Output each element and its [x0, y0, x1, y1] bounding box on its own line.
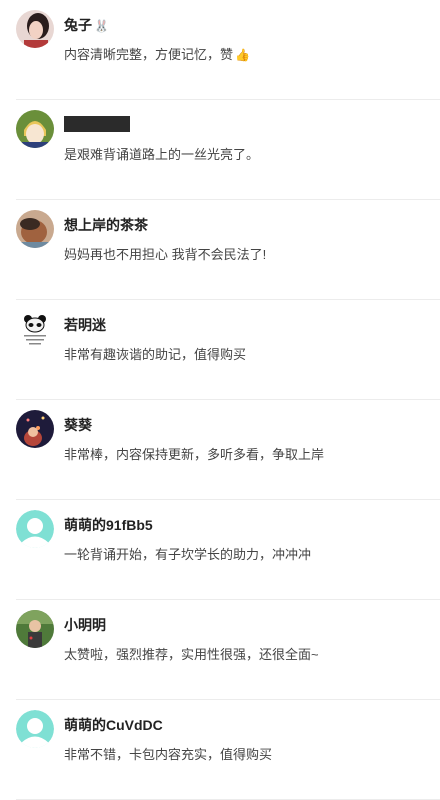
review-item: 是艰难背诵道路上的一丝光亮了。: [16, 100, 440, 200]
review-list: 兔子 🐰 内容清晰完整，方便记忆，赞 👍 是艰难背诵道路上的一丝光亮了。 想上岸…: [0, 0, 440, 800]
review-item: 想上岸的茶茶 妈妈再也不用担心 我背不会民法了!: [16, 200, 440, 300]
photo-avatar-icon: [16, 410, 54, 448]
review-item: 兔子 🐰 内容清晰完整，方便记忆，赞 👍: [16, 0, 440, 100]
username: 葵葵: [64, 417, 92, 433]
username: 小明明: [64, 617, 106, 633]
user-avatar[interactable]: [16, 310, 54, 348]
review-item: 小明明 太赞啦，强烈推荐，实用性很强，还很全面~: [16, 600, 440, 700]
review-text: 是艰难背诵道路上的一丝光亮了。: [64, 147, 260, 162]
username: 若明迷: [64, 317, 106, 333]
user-avatar[interactable]: [16, 110, 54, 148]
photo-avatar-icon: [16, 610, 54, 648]
default-user-avatar-icon: [16, 710, 54, 748]
username: 萌萌的CuVdDC: [64, 717, 163, 733]
review-item: 萌萌的CuVdDC 非常不错，卡包内容充实，值得购买: [16, 700, 440, 800]
photo-avatar-icon: [16, 10, 54, 48]
rabbit-emoji-icon: 🐰: [94, 19, 109, 33]
user-avatar[interactable]: [16, 510, 54, 548]
review-item: 萌萌的91fBb5 一轮背诵开始，有子坎学长的助力，冲冲冲: [16, 500, 440, 600]
username: 萌萌的91fBb5: [64, 517, 153, 533]
user-avatar[interactable]: [16, 410, 54, 448]
photo-avatar-icon: [16, 210, 54, 248]
review-item: 葵葵 非常棒，内容保持更新，多听多看，争取上岸: [16, 400, 440, 500]
user-avatar[interactable]: [16, 610, 54, 648]
panda-avatar-icon: [16, 310, 54, 348]
user-avatar[interactable]: [16, 10, 54, 48]
redacted-username: [64, 116, 130, 132]
review-text: 内容清晰完整，方便记忆，赞 👍: [64, 47, 250, 62]
review-text: 一轮背诵开始，有子坎学长的助力，冲冲冲: [64, 547, 312, 562]
thumbs-up-icon: 👍: [235, 48, 250, 62]
review-text: 妈妈再也不用担心 我背不会民法了!: [64, 247, 267, 262]
review-text: 非常棒，内容保持更新，多听多看，争取上岸: [64, 447, 325, 462]
review-item: 若明迷 非常有趣诙谐的助记，值得购买: [16, 300, 440, 400]
username: 兔子 🐰: [64, 17, 109, 33]
default-user-avatar-icon: [16, 510, 54, 548]
user-avatar[interactable]: [16, 210, 54, 248]
review-text: 太赞啦，强烈推荐，实用性很强，还很全面~: [64, 647, 319, 662]
review-text: 非常不错，卡包内容充实，值得购买: [64, 747, 273, 762]
user-avatar[interactable]: [16, 710, 54, 748]
anime-avatar-icon: [16, 110, 54, 148]
username: 想上岸的茶茶: [64, 217, 148, 233]
review-text: 非常有趣诙谐的助记，值得购买: [64, 347, 247, 362]
